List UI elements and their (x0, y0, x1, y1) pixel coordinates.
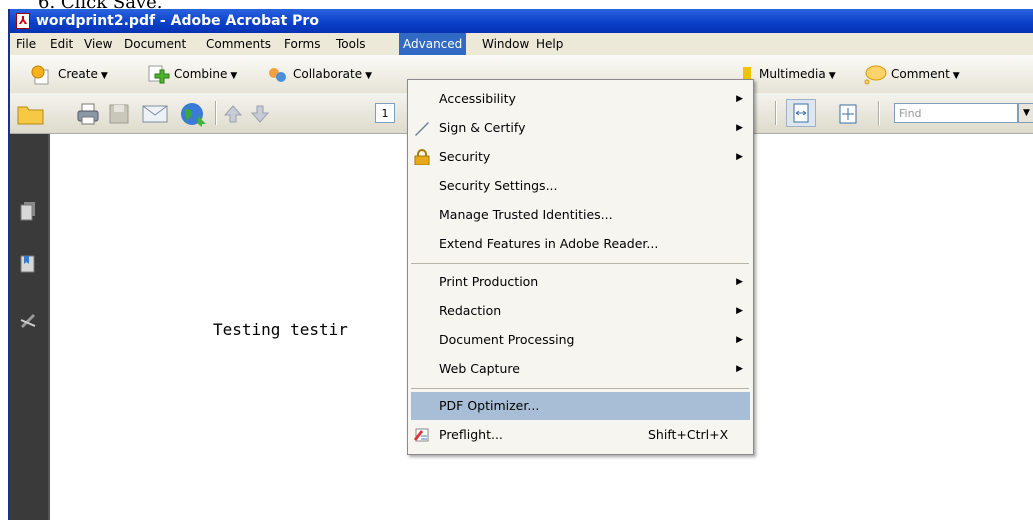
create-label: Create (58, 67, 98, 81)
create-icon (31, 65, 49, 84)
collaborate-label: Collaborate (293, 67, 363, 81)
menu-item-security-settings[interactable]: Security Settings... (408, 172, 753, 200)
combine-label: Combine (174, 67, 228, 81)
previous-page-icon[interactable] (222, 103, 244, 125)
acrobat-pdf-icon: ⅄ (16, 13, 30, 29)
menu-item-sign-certify[interactable]: Sign & Certify ▶ (408, 114, 753, 142)
comment-icon (864, 65, 887, 84)
window-title: wordprint2.pdf - Adobe Acrobat Pro (36, 13, 319, 29)
pages-icon[interactable] (20, 201, 36, 221)
menu-tools[interactable]: Tools (332, 33, 370, 55)
menu-item-label: Document Processing (439, 332, 575, 347)
comment-button[interactable]: Comment ▼ (863, 63, 960, 85)
fit-page-icon[interactable] (836, 102, 860, 126)
menu-item-label: Preflight... (439, 427, 503, 442)
menu-item-label: Security Settings... (439, 178, 558, 193)
next-page-icon[interactable] (249, 103, 271, 125)
submenu-arrow-icon: ▶ (736, 335, 743, 345)
create-button[interactable]: Create ▼ (30, 63, 108, 85)
menu-item-label: Manage Trusted Identities... (439, 207, 613, 222)
menu-item-label: Print Production (439, 274, 539, 289)
collaborate-icon (269, 67, 286, 82)
menu-forms[interactable]: Forms (280, 33, 324, 55)
menu-item-pdf-optimizer[interactable]: PDF Optimizer... (411, 392, 750, 420)
menu-item-security[interactable]: Security ▶ (408, 143, 753, 171)
save-icon[interactable] (107, 102, 131, 126)
menu-item-label: Accessibility (439, 91, 516, 106)
combine-icon (148, 65, 170, 83)
preflight-icon (414, 428, 429, 442)
submenu-arrow-icon: ▶ (736, 152, 743, 162)
menu-item-label: Web Capture (439, 361, 520, 376)
menu-item-extend-features[interactable]: Extend Features in Adobe Reader... (408, 230, 753, 258)
menu-file[interactable]: File (12, 33, 40, 55)
multimedia-button[interactable]: Multimedia ▼ (741, 63, 836, 85)
open-folder-icon[interactable] (16, 102, 46, 126)
menu-separator (411, 263, 749, 264)
bookmarks-icon[interactable] (20, 254, 36, 274)
fit-width-icon (793, 103, 809, 123)
title-bar: ⅄ wordprint2.pdf - Adobe Acrobat Pro (10, 9, 1033, 33)
menu-item-label: Security (439, 149, 491, 164)
fit-width-button[interactable] (786, 99, 816, 127)
menu-advanced[interactable]: Advanced (399, 33, 467, 55)
menu-document[interactable]: Document (120, 33, 190, 55)
toolbar-separator (775, 101, 777, 125)
navigation-pane (10, 134, 48, 520)
submenu-arrow-icon: ▶ (736, 277, 743, 287)
lock-icon (414, 149, 430, 165)
menu-edit[interactable]: Edit (46, 33, 77, 55)
web-globe-icon[interactable] (178, 100, 210, 128)
menu-item-redaction[interactable]: Redaction ▶ (408, 297, 753, 325)
menu-help[interactable]: Help (532, 33, 567, 55)
page-number-input[interactable]: 1 (375, 103, 395, 123)
acrobat-window: ⅄ wordprint2.pdf - Adobe Acrobat Pro Fil… (8, 9, 1033, 520)
menu-item-manage-trusted-identities[interactable]: Manage Trusted Identities... (408, 201, 753, 229)
menu-bar: File Edit View Document Comments Forms T… (10, 33, 1033, 56)
advanced-menu-dropdown: Accessibility ▶ Sign & Certify ▶ Security ▶… (407, 79, 754, 455)
find-dropdown-button[interactable]: ▼ (1018, 103, 1033, 123)
menu-item-label: Extend Features in Adobe Reader... (439, 236, 659, 251)
menu-item-shortcut: Shift+Ctrl+X (648, 427, 729, 442)
menu-item-web-capture[interactable]: Web Capture ▶ (408, 355, 753, 383)
email-icon[interactable] (140, 102, 170, 126)
print-icon[interactable] (76, 102, 100, 126)
menu-window[interactable]: Window (478, 33, 533, 55)
menu-item-document-processing[interactable]: Document Processing ▶ (408, 326, 753, 354)
collaborate-button[interactable]: Collaborate ▼ (265, 63, 372, 85)
submenu-arrow-icon: ▶ (736, 306, 743, 316)
submenu-arrow-icon: ▶ (736, 123, 743, 133)
menu-item-preflight[interactable]: Preflight... Shift+Ctrl+X (408, 421, 753, 449)
find-input[interactable]: Find (894, 103, 1018, 123)
signatures-icon[interactable] (20, 310, 36, 330)
submenu-arrow-icon: ▶ (736, 364, 743, 374)
menu-comments[interactable]: Comments (202, 33, 275, 55)
comment-label: Comment (891, 67, 950, 81)
menu-item-print-production[interactable]: Print Production ▶ (408, 268, 753, 296)
menu-separator (411, 388, 749, 389)
document-text: Testing testir (213, 320, 348, 339)
combine-button[interactable]: Combine ▼ (146, 63, 237, 85)
menu-item-label: PDF Optimizer... (439, 398, 540, 413)
pen-icon (415, 122, 429, 136)
toolbar-separator (878, 101, 880, 125)
toolbar-separator (215, 101, 217, 125)
multimedia-label: Multimedia (759, 67, 826, 81)
menu-item-label: Redaction (439, 303, 502, 318)
menu-item-accessibility[interactable]: Accessibility ▶ (408, 85, 753, 113)
submenu-arrow-icon: ▶ (736, 94, 743, 104)
menu-view[interactable]: View (80, 33, 116, 55)
menu-item-label: Sign & Certify (439, 120, 526, 135)
